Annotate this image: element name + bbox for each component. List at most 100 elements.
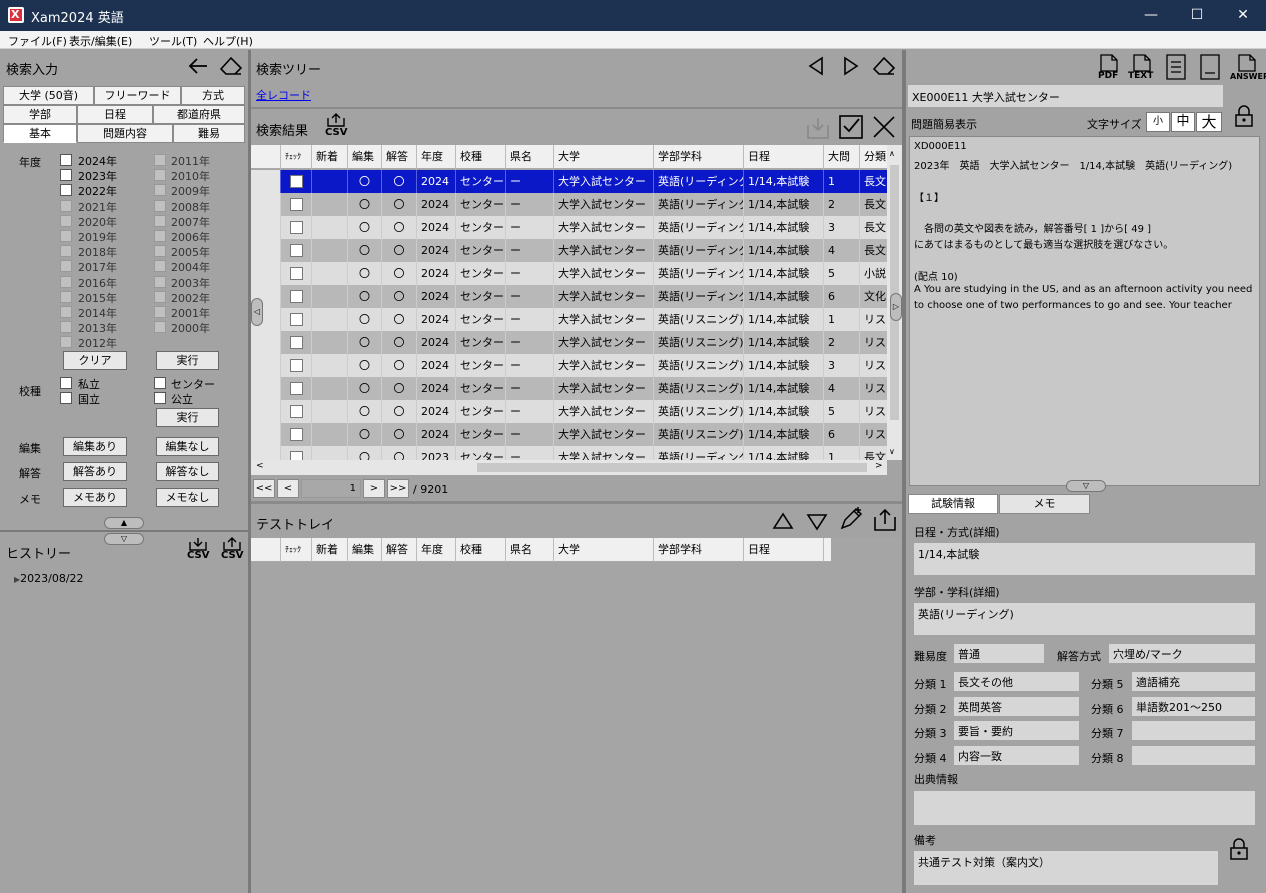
check-cell[interactable] bbox=[281, 354, 312, 377]
scroll-right-icon[interactable]: > bbox=[875, 461, 883, 471]
back-arrow-icon[interactable] bbox=[187, 56, 209, 76]
public-checkbox[interactable] bbox=[154, 392, 166, 404]
year-checkbox[interactable] bbox=[60, 260, 72, 273]
collapse-left-handle[interactable]: ◁ bbox=[251, 298, 263, 326]
export-tray-icon[interactable] bbox=[871, 507, 899, 533]
csv-import-icon[interactable]: CSV bbox=[184, 537, 212, 563]
check-cell[interactable] bbox=[281, 308, 312, 331]
column-header[interactable]: 大問 bbox=[824, 145, 860, 169]
class-field[interactable] bbox=[1132, 745, 1255, 765]
menu-file[interactable]: ファイル(F) bbox=[8, 33, 67, 49]
row-header[interactable] bbox=[251, 262, 281, 285]
center-checkbox[interactable] bbox=[154, 377, 166, 389]
year-checkbox[interactable] bbox=[154, 214, 166, 227]
lock-icon[interactable] bbox=[1228, 837, 1250, 861]
table-row[interactable]: 〇〇 2024 センターー大学入試センター 英語(リスニング) 1/14,本試験 2 リス bbox=[251, 331, 887, 354]
check-all-icon[interactable] bbox=[837, 113, 865, 141]
row-checkbox[interactable] bbox=[290, 244, 303, 257]
row-header[interactable] bbox=[251, 446, 281, 460]
import-tray-icon[interactable] bbox=[805, 116, 831, 140]
row-header[interactable] bbox=[251, 216, 281, 239]
move-down-icon[interactable] bbox=[806, 512, 828, 532]
collapse-right-handle[interactable]: ▷ bbox=[890, 293, 902, 321]
table-row[interactable]: 〇〇 2024 センターー大学入試センター 英語(リスニング) 1/14,本試験 6 リス bbox=[251, 423, 887, 446]
font-small-button[interactable]: 小 bbox=[1146, 112, 1170, 132]
page-number-input[interactable]: 1 bbox=[301, 479, 361, 498]
collapse-down-handle[interactable]: ▽ bbox=[1066, 480, 1106, 492]
column-header[interactable]: 編集 bbox=[348, 145, 382, 169]
column-header[interactable]: 新着 bbox=[312, 145, 348, 169]
tab-faculty[interactable]: 学部 bbox=[3, 105, 77, 124]
row-checkbox[interactable] bbox=[290, 313, 303, 326]
tab-freeword[interactable]: フリーワード bbox=[94, 86, 181, 105]
row-checkbox[interactable] bbox=[290, 359, 303, 372]
class-field[interactable]: 長文その他 bbox=[954, 672, 1079, 691]
question-preview[interactable]: XD000E11 2023年 英語 大学入試センター 1/14,本試験 英語(リー… bbox=[909, 136, 1260, 486]
year-checkbox[interactable] bbox=[154, 275, 166, 288]
answer-no-button[interactable]: 解答なし bbox=[156, 462, 219, 481]
tab-method[interactable]: 方式 bbox=[181, 86, 245, 105]
check-cell[interactable] bbox=[281, 262, 312, 285]
row-header[interactable] bbox=[251, 423, 281, 446]
class-field[interactable]: 英問英答 bbox=[954, 696, 1079, 716]
check-cell[interactable] bbox=[281, 285, 312, 308]
edit-yes-button[interactable]: 編集あり bbox=[63, 437, 127, 456]
column-header[interactable]: 校種 bbox=[456, 538, 506, 562]
source-field[interactable] bbox=[914, 791, 1255, 825]
tab-university[interactable]: 大学 (50音) bbox=[3, 86, 94, 105]
year-checkbox[interactable] bbox=[60, 336, 72, 349]
table-row[interactable]: 〇〇 2024 センターー大学入試センター 英語(リスニング) 1/14,本試験 4 リス bbox=[251, 377, 887, 400]
eraser-icon[interactable] bbox=[218, 54, 244, 76]
scroll-hthumb[interactable] bbox=[477, 463, 867, 472]
table-row[interactable]: 〇〇2024センターー大学入試センター英語(リーディング)1/14,本試験5小説 bbox=[251, 262, 887, 285]
history-item[interactable]: ▶2023/08/22 bbox=[14, 572, 84, 585]
tab-schedule[interactable]: 日程 bbox=[77, 105, 153, 124]
close-button[interactable]: ✕ bbox=[1220, 0, 1266, 31]
scroll-down-icon[interactable]: ∨ bbox=[889, 447, 895, 456]
next-triangle-icon[interactable] bbox=[842, 56, 860, 76]
difficulty-field[interactable]: 普通 bbox=[954, 644, 1044, 663]
table-row[interactable]: 〇〇2024センターー大学入試センター英語(リーディング)1/14,本試験3長文 bbox=[251, 216, 887, 239]
pager-last-button[interactable]: >> bbox=[387, 479, 409, 498]
column-header[interactable]: 県名 bbox=[506, 538, 554, 562]
year-checkbox[interactable] bbox=[60, 245, 72, 258]
check-cell[interactable] bbox=[281, 239, 312, 262]
splitter[interactable] bbox=[251, 501, 902, 504]
prev-triangle-icon[interactable] bbox=[807, 56, 825, 76]
table-row[interactable]: 〇〇2024センターー大学入試センター英語(リーディング)1/14,本試験4長文 bbox=[251, 239, 887, 262]
column-header[interactable]: 県名 bbox=[506, 145, 554, 169]
column-header[interactable]: 日程 bbox=[744, 538, 824, 562]
pager-next-button[interactable]: > bbox=[363, 479, 385, 498]
pdf-icon[interactable]: PDF bbox=[1097, 54, 1121, 82]
row-header[interactable] bbox=[251, 239, 281, 262]
record-title-field[interactable]: XE000E11 大学入試センター bbox=[908, 85, 1223, 107]
menu-help[interactable]: ヘルプ(H) bbox=[203, 33, 253, 49]
scroll-left-icon[interactable]: < bbox=[256, 461, 264, 471]
splitter[interactable] bbox=[0, 530, 248, 532]
csv-export-icon[interactable]: CSV bbox=[322, 113, 350, 141]
class-field[interactable]: 単語数201〜250 bbox=[1132, 696, 1255, 716]
column-header[interactable]: 分類 bbox=[860, 145, 887, 169]
year-checkbox[interactable] bbox=[154, 245, 166, 258]
splitter[interactable] bbox=[251, 107, 902, 109]
table-row[interactable]: 〇〇2024センターー大学入試センター英語(リーディング)1/14,本試験6文化 bbox=[251, 285, 887, 308]
year-checkbox[interactable] bbox=[154, 184, 166, 197]
menu-view-edit[interactable]: 表示/編集(E) bbox=[69, 33, 132, 49]
column-header[interactable]: 日程 bbox=[744, 145, 824, 169]
column-header[interactable]: 学部学科 bbox=[654, 538, 744, 562]
year-checkbox[interactable] bbox=[60, 184, 72, 197]
row-checkbox[interactable] bbox=[290, 290, 303, 303]
font-medium-button[interactable]: 中 bbox=[1171, 112, 1195, 132]
row-checkbox[interactable] bbox=[290, 221, 303, 234]
year-checkbox[interactable] bbox=[60, 275, 72, 288]
row-header[interactable] bbox=[251, 331, 281, 354]
document-icon[interactable] bbox=[1198, 53, 1222, 81]
column-header[interactable]: 年度 bbox=[417, 145, 456, 169]
dept-field[interactable]: 英語(リーディング) bbox=[914, 603, 1255, 635]
year-checkbox[interactable] bbox=[60, 199, 72, 212]
year-checkbox[interactable] bbox=[154, 154, 166, 166]
memo-yes-button[interactable]: メモあり bbox=[63, 488, 127, 507]
eraser-icon[interactable] bbox=[871, 54, 897, 76]
class-field[interactable]: 要旨・要約 bbox=[954, 721, 1079, 740]
row-header[interactable] bbox=[251, 354, 281, 377]
